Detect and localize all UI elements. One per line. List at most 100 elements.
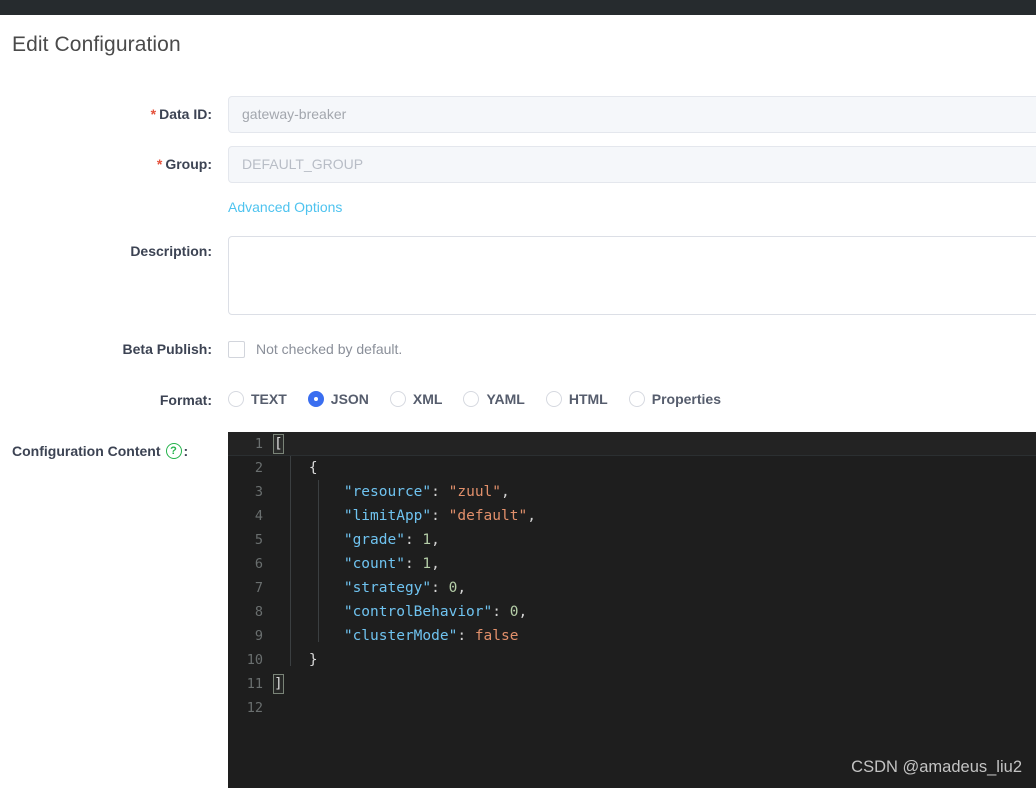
editor-line[interactable]: 5 "grade": 1, (228, 528, 1036, 552)
line-number: 2 (254, 460, 263, 476)
beta-publish-checkbox[interactable] (228, 340, 245, 358)
code-token: "grade" (343, 532, 405, 548)
line-content[interactable]: ] (273, 674, 1036, 694)
format-radio-xml[interactable]: XML (389, 391, 443, 407)
edit-configuration-page: Edit Configuration * Data ID: gateway-bre… (0, 0, 1036, 788)
format-radio-yaml[interactable]: YAML (463, 391, 525, 407)
code-token: "clusterMode" (343, 628, 458, 644)
code-token: "strategy" (343, 580, 432, 596)
editor-line[interactable]: 9 "clusterMode": false (228, 624, 1036, 648)
line-content[interactable]: "grade": 1, (274, 532, 1036, 548)
line-number: 1 (254, 435, 263, 452)
editor-line[interactable]: 11] (228, 672, 1036, 696)
question-mark-icon[interactable]: ? (165, 443, 182, 459)
editor-lines[interactable]: 1[2 {3 "resource": "zuul", 4 "limitApp": … (228, 432, 1036, 720)
code-token: "resource" (343, 484, 432, 500)
editor-line[interactable]: 2 { (228, 456, 1036, 480)
configuration-content-label: Configuration Content ? : (12, 443, 188, 459)
data-id-label-text: Data ID: (159, 106, 212, 122)
format-radio-json[interactable]: JSON (307, 391, 369, 407)
editor-line[interactable]: 3 "resource": "zuul", (228, 480, 1036, 504)
code-token: : (492, 604, 510, 620)
line-content[interactable]: "controlBehavior": 0, (274, 604, 1036, 620)
format-radio-html[interactable]: HTML (545, 391, 608, 407)
code-token: 1 (422, 556, 432, 572)
format-label: Format: (159, 392, 212, 408)
code-token: "zuul" (448, 484, 502, 500)
line-number: 10 (246, 652, 263, 668)
description-label: Description: (130, 243, 212, 259)
description-textarea[interactable] (228, 236, 1036, 315)
configuration-content-label-text: Configuration Content (12, 443, 161, 459)
format-radio-label: JSON (330, 391, 369, 407)
code-token: : (431, 484, 449, 500)
data-id-input[interactable]: gateway-breaker (228, 96, 1036, 133)
line-number: 9 (254, 628, 263, 644)
editor-line[interactable]: 12 (228, 696, 1036, 720)
format-radio-label: TEXT (251, 391, 287, 407)
editor-line[interactable]: 7 "strategy": 0, (228, 576, 1036, 600)
code-token: : (431, 508, 449, 524)
code-token: , (457, 580, 467, 596)
code-token: , (501, 484, 510, 500)
line-number: 11 (246, 676, 263, 692)
beta-publish-checkbox-wrap[interactable]: Not checked by default. (228, 339, 402, 359)
editor-line[interactable]: 10 } (228, 648, 1036, 672)
indent-guide-2 (318, 480, 319, 642)
radio-circle-icon[interactable] (307, 391, 324, 407)
code-token: : (404, 556, 423, 572)
format-radio-group[interactable]: TEXT JSON XML YAML HTML Properties (228, 388, 742, 410)
data-id-label: * Data ID: (0, 106, 212, 122)
advanced-options-link[interactable]: Advanced Options (228, 198, 342, 216)
editor-line[interactable]: 6 "count": 1, (228, 552, 1036, 576)
indent-guide-1 (290, 456, 291, 666)
line-number: 3 (254, 484, 263, 500)
radio-circle-icon[interactable] (389, 391, 406, 407)
format-radio-label: YAML (486, 391, 525, 407)
configuration-content-editor[interactable]: 1[2 {3 "resource": "zuul", 4 "limitApp": … (228, 432, 1036, 788)
line-content[interactable]: "strategy": 0, (274, 580, 1036, 596)
group-label: * Group: (0, 156, 212, 172)
editor-line[interactable]: 1[ (228, 432, 1036, 456)
required-asterisk-group: * (156, 156, 163, 172)
watermark-text: CSDN @amadeus_liu2 (851, 758, 1022, 776)
radio-circle-icon[interactable] (628, 391, 645, 407)
code-token: , (431, 556, 440, 572)
radio-circle-icon[interactable] (228, 391, 244, 407)
group-label-text: Group: (165, 156, 212, 172)
format-radio-label: XML (412, 391, 443, 407)
code-token: 1 (422, 532, 432, 548)
code-token: "limitApp" (343, 508, 432, 524)
code-token: "count" (343, 556, 405, 572)
code-token: false (474, 628, 519, 644)
configuration-content-colon: : (183, 443, 189, 459)
line-content[interactable]: "clusterMode": false (274, 628, 1036, 644)
line-number: 6 (254, 556, 263, 572)
line-content[interactable]: "limitApp": "default", (274, 508, 1036, 524)
format-radio-properties[interactable]: Properties (628, 391, 721, 407)
line-number: 12 (246, 700, 263, 716)
line-content[interactable]: "count": 1, (274, 556, 1036, 572)
line-content[interactable]: { (274, 460, 1036, 476)
radio-circle-icon[interactable] (545, 391, 562, 407)
code-token: { (308, 460, 318, 476)
code-token: ] (273, 674, 284, 694)
group-input[interactable]: DEFAULT_GROUP (228, 146, 1036, 183)
line-content[interactable]: } (274, 652, 1036, 668)
radio-circle-icon[interactable] (463, 391, 480, 407)
line-number: 5 (254, 532, 263, 548)
line-content[interactable]: "resource": "zuul", (274, 484, 1036, 500)
code-token: , (527, 508, 536, 524)
required-asterisk-data-id: * (150, 106, 157, 122)
page-title: Edit Configuration (12, 33, 181, 56)
code-token: "default" (448, 508, 528, 524)
code-token: [ (273, 433, 284, 454)
editor-line[interactable]: 4 "limitApp": "default", (228, 504, 1036, 528)
code-token: "controlBehavior" (343, 604, 493, 620)
code-token: , (518, 604, 528, 620)
window-top-bar (0, 0, 1036, 15)
format-radio-text[interactable]: TEXT (228, 391, 287, 407)
code-token: } (308, 652, 318, 668)
line-content[interactable]: [ (273, 433, 1036, 454)
editor-line[interactable]: 8 "controlBehavior": 0, (228, 600, 1036, 624)
